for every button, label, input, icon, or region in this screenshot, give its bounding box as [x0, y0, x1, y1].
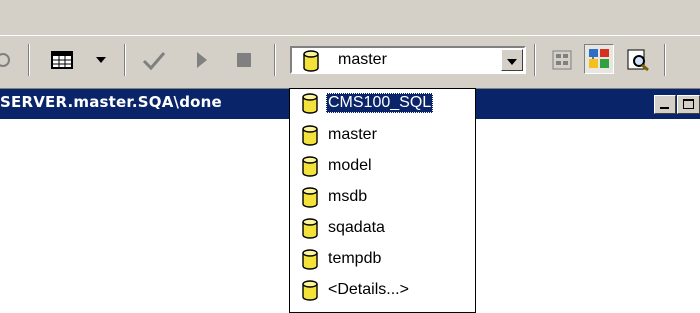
- partial-icon[interactable]: [0, 46, 14, 74]
- list-item-label: tempdb: [328, 250, 382, 267]
- list-item[interactable]: tempdb: [290, 246, 475, 272]
- combo-dropdown-button[interactable]: [501, 49, 523, 71]
- list-item[interactable]: CMS100_SQL: [290, 90, 475, 116]
- database-cylinder-icon: [302, 187, 318, 212]
- list-item-label: sqadata: [328, 219, 385, 236]
- toolbar-separator: [664, 44, 666, 76]
- list-item-label: CMS100_SQL: [326, 93, 434, 113]
- database-dropdown-list: CMS100_SQL master model msdb sqadata tem…: [289, 88, 476, 313]
- object-search-icon[interactable]: [584, 44, 614, 74]
- toolbar-separator: [274, 44, 276, 76]
- window-title: SERVER.master.SQA\done: [0, 93, 222, 111]
- checkmark-icon[interactable]: [140, 46, 168, 74]
- list-item[interactable]: sqadata: [290, 215, 475, 241]
- database-cylinder-icon: [302, 50, 320, 76]
- toolbar-separator: [28, 44, 30, 76]
- database-combo-value: master: [338, 51, 387, 68]
- chevron-down-icon: [507, 51, 517, 70]
- chevron-down-icon[interactable]: [94, 46, 108, 74]
- list-item[interactable]: model: [290, 153, 475, 179]
- database-cylinder-icon: [302, 218, 318, 243]
- database-combo[interactable]: master: [290, 46, 526, 74]
- list-item-label: <Details...>: [328, 281, 409, 298]
- menu-bar: [0, 0, 700, 36]
- list-item-label: model: [328, 157, 372, 174]
- database-cylinder-icon: [302, 280, 318, 305]
- list-item-label: master: [328, 126, 377, 143]
- list-item[interactable]: <Details...>: [290, 277, 475, 303]
- list-item[interactable]: msdb: [290, 184, 475, 210]
- minimize-icon: [660, 107, 669, 109]
- toolbar: master: [0, 36, 700, 89]
- maximize-icon: [683, 99, 694, 109]
- minimize-button[interactable]: [654, 95, 676, 114]
- toolbar-separator: [124, 44, 126, 76]
- grid-results-icon[interactable]: [48, 46, 76, 74]
- database-cylinder-icon: [302, 93, 318, 118]
- list-item[interactable]: master: [290, 122, 475, 148]
- list-item-label: msdb: [328, 188, 368, 205]
- toolbar-separator: [534, 44, 536, 76]
- object-browser-icon[interactable]: [548, 46, 576, 74]
- stop-icon[interactable]: [232, 46, 256, 74]
- database-cylinder-icon: [302, 156, 318, 181]
- maximize-button[interactable]: [677, 95, 700, 114]
- find-icon[interactable]: [624, 46, 652, 74]
- database-cylinder-icon: [302, 249, 318, 274]
- database-cylinder-icon: [302, 125, 318, 150]
- play-icon[interactable]: [190, 46, 214, 74]
